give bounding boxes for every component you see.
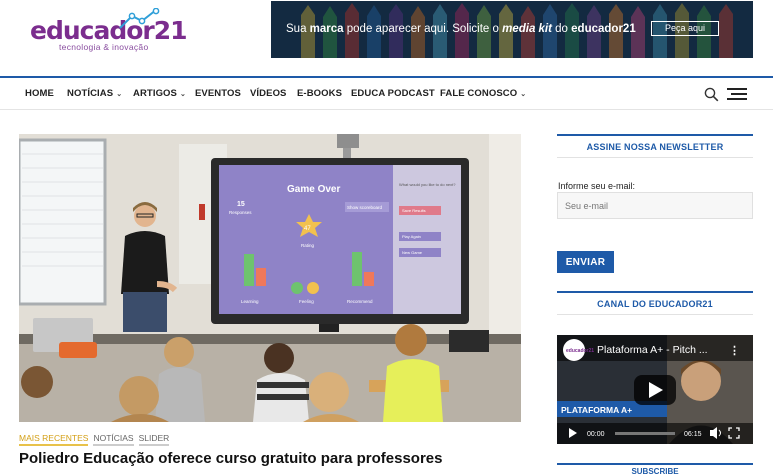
- submit-button[interactable]: ENVIAR: [557, 251, 614, 273]
- board-label-recommend: Recommend: [347, 299, 373, 304]
- board-side-question: What would you like to do next?: [399, 182, 456, 187]
- video-player[interactable]: educador21 Plataforma A+ - Pitch ... ⋮ P…: [557, 335, 753, 444]
- nav-item-eventos[interactable]: EVENTOS: [195, 88, 241, 99]
- nav-item-artigos[interactable]: ARTIGOS ⌄: [133, 88, 186, 99]
- board-btn: Show scoreboard: [347, 205, 383, 210]
- hamburger-icon[interactable]: [727, 88, 747, 101]
- board-side-btn-2: Play Again: [402, 234, 421, 239]
- nav-item-home[interactable]: HOME: [25, 88, 54, 99]
- board-center-label: Rating: [301, 243, 315, 248]
- subscribe-title: SUBSCRIBE: [557, 463, 753, 475]
- board-score: 15: [237, 201, 245, 208]
- video-overlay-text: PLATAFORMA A+: [561, 405, 632, 415]
- nav-item-ebooks[interactable]: E-BOOKS: [297, 88, 342, 99]
- chevron-down-icon: ⌄: [520, 91, 527, 98]
- nav-item-educa-podcast[interactable]: EDUCA PODCAST: [351, 88, 435, 99]
- channel-title: CANAL DO EDUCADOR21: [557, 291, 753, 315]
- search-icon[interactable]: [704, 87, 719, 102]
- email-label: Informe seu e-mail:: [558, 181, 636, 191]
- main-nav: HOME NOTÍCIAS ⌄ ARTIGOS ⌄ EVENTOS VÍDEOS E…: [0, 78, 773, 110]
- post-headline[interactable]: Poliedro Educação oferece curso gratuito…: [19, 450, 442, 467]
- site-logo[interactable]: educador21 tecnologia & inovação: [30, 8, 188, 54]
- banner-cta-button[interactable]: Peça aqui: [651, 21, 719, 36]
- email-field[interactable]: [557, 192, 753, 219]
- chevron-down-icon: ⌄: [179, 91, 186, 98]
- post-tags: MAIS RECENTES NOTÍCIAS SLIDER: [19, 433, 174, 446]
- channel-avatar-text: educador21: [566, 348, 594, 354]
- logo-graph-icon: [119, 8, 160, 29]
- more-options-icon: ⋮: [729, 345, 740, 357]
- board-side-btn-3: New Game: [402, 250, 423, 255]
- banner-text: Sua marca pode aparecer aqui. Solicite o…: [286, 23, 636, 35]
- chevron-down-icon: ⌄: [116, 91, 123, 98]
- video-time-current: 00:00: [587, 431, 605, 438]
- board-label-learning: Learning: [241, 299, 259, 304]
- board-label-feeling: Feeling: [299, 299, 314, 304]
- nav-item-noticias[interactable]: NOTÍCIAS ⌄: [67, 88, 122, 99]
- tag-mais-recentes[interactable]: MAIS RECENTES: [19, 433, 89, 446]
- video-title: Plataforma A+ - Pitch ...: [597, 344, 708, 356]
- nav-item-videos[interactable]: VÍDEOS: [250, 88, 287, 99]
- video-thumbnail: educador21 Plataforma A+ - Pitch ... ⋮ P…: [557, 335, 753, 444]
- tag-noticias[interactable]: NOTÍCIAS: [93, 433, 134, 446]
- newsletter-title: ASSINE NOSSA NEWSLETTER: [557, 134, 753, 158]
- site-header: educador21 tecnologia & inovação Sua mar…: [0, 0, 773, 76]
- tag-slider[interactable]: SLIDER: [138, 433, 170, 446]
- nav-item-fale-conosco[interactable]: FALE CONOSCO ⌄: [440, 88, 526, 99]
- logo-tagline: tecnologia & inovação: [59, 42, 149, 52]
- board-title: Game Over: [287, 184, 340, 195]
- board-center: 47: [304, 226, 311, 232]
- video-time-total: 06:15: [684, 431, 702, 438]
- classroom-photo: Game Over 15 Responses Show scoreboard 4…: [19, 134, 521, 422]
- board-side-btn-1: Save Results: [402, 208, 426, 213]
- featured-image[interactable]: Game Over 15 Responses Show scoreboard 4…: [19, 134, 521, 422]
- ad-banner[interactable]: Sua marca pode aparecer aqui. Solicite o…: [271, 1, 753, 58]
- board-score-label: Responses: [229, 210, 252, 215]
